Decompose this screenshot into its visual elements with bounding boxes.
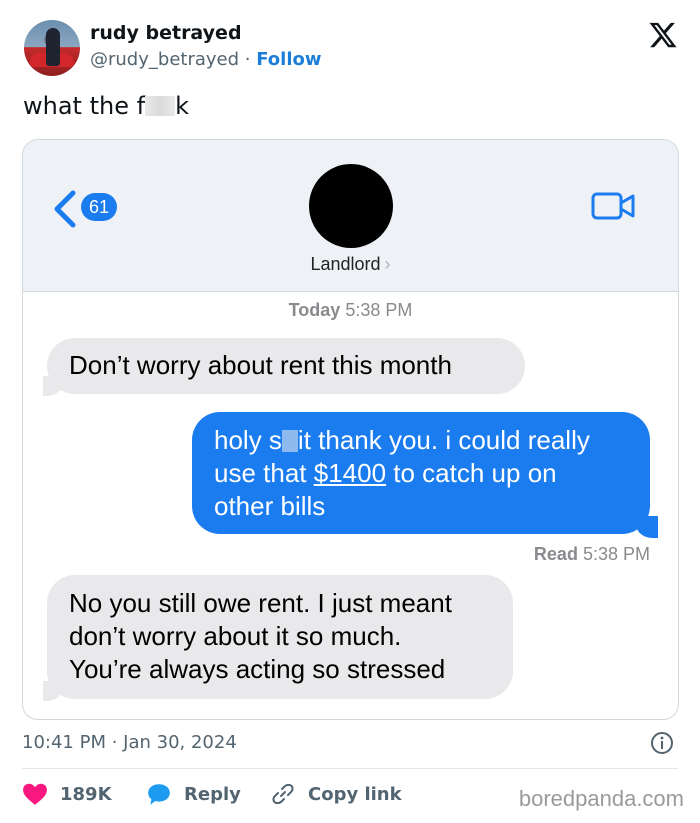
read-label: Read [533,544,578,564]
censor-blur [145,96,176,116]
bubble-tail [43,681,63,701]
day-label: Today [288,300,341,320]
link-icon [272,783,294,805]
copy-link-label: Copy link [308,783,402,805]
contact-chevron-icon: › [384,254,391,274]
incoming-message-bubble: Don’t worry about rent this month [47,338,525,394]
bubble-tail [636,516,658,538]
censor-blur [281,430,298,452]
day-time: 5:38 PM [345,300,413,320]
x-logo-icon[interactable] [648,20,678,50]
tweet-header: rudy betrayed @rudy_betrayed · Follow [24,20,684,76]
tweet-timestamp[interactable]: 10:41 PM · Jan 30, 2024 [22,732,237,753]
contact-name-row[interactable]: Landlord › [23,254,678,275]
message-line: use that $1400 to catch up on [214,457,628,490]
contact-avatar[interactable] [309,164,393,248]
outgoing-message-bubble: holy s it thank you. i could really use t… [192,412,650,534]
like-button[interactable]: 189K [22,782,112,806]
back-chevron-icon[interactable] [51,190,77,228]
screenshot-media[interactable]: 61 Landlord › Today 5:38 PM Don’t worry a… [22,139,679,720]
follow-button[interactable]: Follow [256,49,321,70]
read-time: 5:38 PM [582,544,650,564]
message-line: holy s it thank you. i could really [214,424,628,457]
message-line: don’t worry about it so much. [69,621,402,651]
video-call-icon[interactable] [590,190,636,222]
message-line: other bills [214,491,326,521]
reply-button[interactable]: Reply [146,782,241,806]
amount-link[interactable]: $1400 [314,458,386,488]
handle-separator: · [244,49,251,70]
divider [22,768,678,769]
message-text: holy s [214,425,282,455]
author-handle-row: @rudy_betrayed · Follow [90,49,322,70]
info-icon[interactable] [650,731,674,755]
author-avatar[interactable] [24,20,80,76]
incoming-message-bubble: No you still owe rent. I just meant don’… [47,575,513,699]
read-receipt: Read 5:38 PM [534,544,650,565]
author-display-name[interactable]: rudy betrayed [90,22,242,44]
copy-link-button[interactable]: Copy link [270,782,402,806]
message-text: it thank you. i could really [297,425,590,455]
heart-icon [23,783,47,805]
tweet-text: what the f k [23,92,189,120]
unread-count-badge[interactable]: 61 [81,193,117,221]
reply-bubble-icon [148,784,170,805]
message-date-label: Today 5:38 PM [23,300,678,321]
like-count: 189K [60,783,112,805]
watermark-text: boredpanda.com [518,786,684,811]
contact-name: Landlord [310,254,381,274]
tweet-text-end: k [175,92,189,120]
tweet-text-start: what the f [23,92,146,120]
message-line: No you still owe rent. I just meant [69,588,452,618]
chat-header: 61 Landlord › [23,140,678,292]
message-line: You’re always acting so stressed [69,654,446,684]
message-text: use that [214,458,314,488]
reply-label: Reply [184,783,241,805]
avatar-person [46,28,60,66]
message-text: to catch up on [386,458,557,488]
bubble-tail [43,376,63,396]
author-handle[interactable]: @rudy_betrayed [90,49,239,70]
